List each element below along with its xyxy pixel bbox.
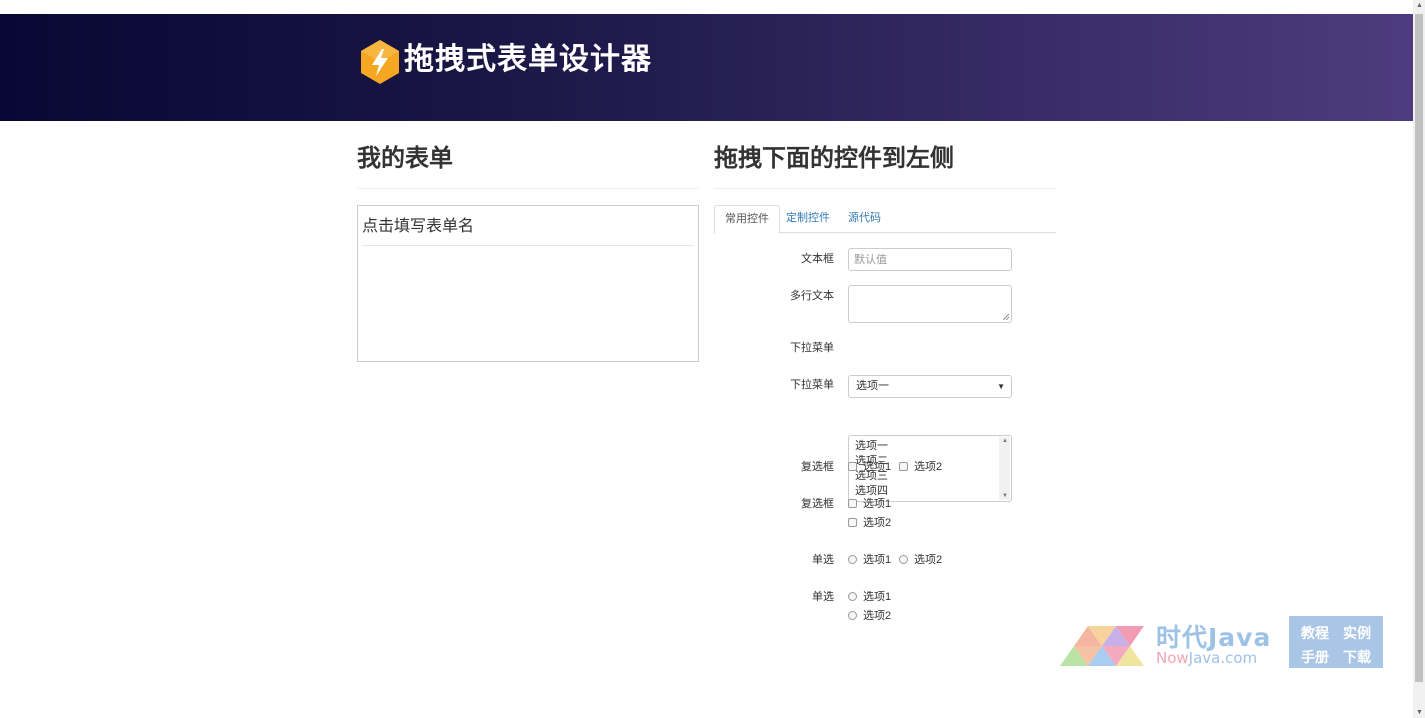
radio-button[interactable]: [848, 592, 857, 601]
triangle-mosaic-logo-icon: [1060, 626, 1144, 666]
scroll-up-icon[interactable]: ▲: [1002, 438, 1008, 444]
checkbox-option-label: 选项1: [863, 498, 892, 510]
checkbox-option-2[interactable]: 选项2: [899, 460, 942, 474]
tab-common-controls[interactable]: 常用控件: [714, 205, 780, 234]
controls-heading: 拖拽下面的控件到左侧: [714, 144, 954, 172]
radio-option-label: 选项2: [863, 610, 892, 622]
textbox-label: 文本框: [801, 253, 834, 265]
form-drop-area[interactable]: 点击填写表单名: [357, 205, 699, 362]
radio-option-label: 选项1: [863, 554, 892, 566]
checkbox-option-label: 选项2: [863, 517, 892, 529]
checkbox-option-1[interactable]: 选项1: [848, 497, 891, 511]
scroll-down-icon[interactable]: ▼: [1002, 493, 1008, 499]
dropdown-label: 下拉菜单: [790, 342, 834, 354]
divider: [357, 188, 699, 189]
resize-grip-icon[interactable]: [1003, 314, 1009, 320]
page-scrollbar[interactable]: ▲ ▼: [1413, 0, 1425, 718]
tab-custom-controls[interactable]: 定制控件: [776, 205, 840, 233]
checkbox[interactable]: [848, 462, 857, 471]
radio-option-1[interactable]: 选项1: [848, 553, 891, 567]
listbox-label: 下拉菜单: [790, 379, 834, 391]
checkbox-inline-label: 复选框: [801, 461, 834, 473]
checkbox-option-2[interactable]: 选项2: [848, 516, 891, 530]
scroll-up-icon[interactable]: ▲: [1416, 2, 1423, 9]
checkbox-option-label: 选项2: [914, 461, 943, 473]
radio-option-1[interactable]: 选项1: [848, 590, 891, 604]
divider: [714, 188, 1056, 189]
radio-button[interactable]: [848, 555, 857, 564]
scroll-down-icon[interactable]: ▼: [1416, 709, 1423, 716]
top-strip: [0, 0, 1425, 14]
control-tabs: 常用控件 定制控件 源代码: [714, 205, 1056, 234]
header-banner: [0, 14, 1413, 121]
dropdown-value: 选项一: [856, 380, 889, 392]
app-title: 拖拽式表单设计器: [404, 42, 652, 77]
form-name-field[interactable]: 点击填写表单名: [362, 210, 694, 246]
textarea-label: 多行文本: [790, 290, 834, 302]
dropdown-select[interactable]: 选项一 ▼: [848, 375, 1012, 398]
listbox-option[interactable]: 选项一: [855, 439, 1005, 454]
checkbox-stacked-label: 复选框: [801, 498, 834, 510]
radio-option-label: 选项2: [914, 554, 943, 566]
scrollbar-thumb[interactable]: [1415, 14, 1423, 682]
checkbox-option-label: 选项1: [863, 461, 892, 473]
radio-stacked-label: 单选: [812, 591, 834, 603]
textbox-input[interactable]: [848, 248, 1012, 271]
radio-option-2[interactable]: 选项2: [899, 553, 942, 567]
radio-inline-label: 单选: [812, 554, 834, 566]
my-form-heading: 我的表单: [357, 144, 453, 172]
textarea-input[interactable]: [848, 285, 1012, 323]
radio-option-2[interactable]: 选项2: [848, 609, 891, 623]
radio-button[interactable]: [848, 611, 857, 620]
tab-source-code[interactable]: 源代码: [838, 205, 891, 233]
watermark-badge: 教程 实例 手册 下载: [1289, 616, 1383, 668]
caret-down-icon: ▼: [997, 382, 1005, 391]
checkbox[interactable]: [899, 462, 908, 471]
checkbox[interactable]: [848, 499, 857, 508]
radio-option-label: 选项1: [863, 591, 892, 603]
checkbox-option-1[interactable]: 选项1: [848, 460, 891, 474]
radio-button[interactable]: [899, 555, 908, 564]
lightning-logo-icon: [361, 40, 399, 84]
checkbox[interactable]: [848, 518, 857, 527]
watermark: 时代Java NowJava.com 教程 实例 手册 下载: [1060, 616, 1390, 670]
watermark-subtitle: NowJava.com: [1156, 649, 1258, 667]
listbox-scrollbar[interactable]: ▲ ▼: [999, 437, 1010, 500]
